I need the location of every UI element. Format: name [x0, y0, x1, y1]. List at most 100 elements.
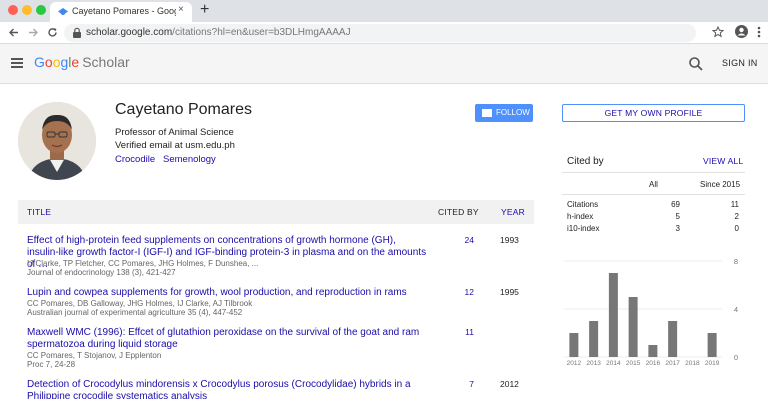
articles-table-header: TITLE CITED BY YEAR: [18, 200, 534, 224]
metric-all: 5: [675, 212, 680, 221]
metric-label[interactable]: i10-index: [567, 224, 599, 233]
x-tick-label: 2016: [646, 360, 661, 367]
citations-per-year-chart: 8 4 0 2012 2013 2014 2015 2016 2017 2018 2019: [564, 257, 738, 367]
account-icon[interactable]: [735, 25, 748, 38]
x-tick-label: 2014: [606, 360, 621, 367]
chart-bar: [608, 273, 618, 357]
follow-button[interactable]: FOLLOW: [475, 104, 533, 122]
url-text: scholar.google.com/citations?hl=en&user=…: [86, 27, 351, 38]
logo-letter: e: [71, 54, 80, 70]
menu-icon[interactable]: [11, 58, 23, 68]
metric-all: 69: [671, 200, 680, 209]
metric-since: 11: [730, 200, 739, 209]
x-tick-label: 2018: [685, 360, 700, 367]
interest-link-crocodile[interactable]: Crocodile: [115, 154, 155, 165]
column-header-since-2015: Since 2015: [700, 180, 741, 189]
cited-by-count-link[interactable]: 24: [458, 235, 474, 245]
cited-by-count-link[interactable]: 12: [458, 287, 474, 297]
x-tick-label: 2017: [665, 360, 680, 367]
article-venue: Proc 7, 24-28: [27, 360, 76, 369]
column-header-year[interactable]: YEAR: [501, 207, 525, 217]
metric-row-i10-index: i10-index 3 0: [567, 224, 739, 236]
logo-scholar-text: Scholar: [82, 54, 130, 70]
article-authors: CC Pomares, DB Galloway, JHG Holmes, IJ …: [27, 299, 253, 308]
x-tick-label: 2019: [705, 360, 720, 367]
minimize-window-icon[interactable]: [22, 5, 32, 15]
x-tick-label: 2015: [626, 360, 641, 367]
url-host: scholar.google.com: [86, 27, 173, 38]
new-tab-button[interactable]: +: [200, 1, 209, 19]
browser-tab-strip: Cayetano Pomares - Google Sch × +: [0, 0, 768, 22]
chart-bar: [707, 333, 717, 357]
address-bar[interactable]: scholar.google.com/citations?hl=en&user=…: [64, 24, 696, 42]
article-title-link[interactable]: Detection of Crocodylus mindorensis x Cr…: [27, 379, 429, 399]
star-icon[interactable]: [712, 26, 724, 38]
metric-label[interactable]: Citations: [567, 200, 598, 209]
search-icon[interactable]: [688, 56, 704, 72]
logo-letter: o: [44, 54, 53, 70]
chart-bar: [648, 345, 658, 357]
article-title-link[interactable]: Maxwell WMC (1996): Effcet of glutathion…: [27, 327, 429, 351]
lock-icon: [73, 27, 81, 38]
more-icon[interactable]: [757, 26, 761, 38]
back-icon[interactable]: [8, 27, 19, 38]
avatar: [18, 102, 96, 180]
view-all-link[interactable]: VIEW ALL: [703, 156, 743, 166]
sign-in-link[interactable]: SIGN IN: [722, 58, 758, 68]
article-venue: Australian journal of experimental agric…: [27, 308, 243, 317]
profile-affiliation: Professor of Animal Science: [115, 127, 234, 138]
article-year: 2012: [500, 379, 519, 389]
metric-label[interactable]: h-index: [567, 212, 593, 221]
maximize-window-icon[interactable]: [36, 5, 46, 15]
tab-title: Cayetano Pomares - Google Sch: [72, 6, 176, 16]
chart-bar: [569, 333, 579, 357]
table-row: Effect of high-protein feed supplements …: [18, 235, 534, 287]
interest-link-semenology[interactable]: Semenology: [163, 154, 216, 165]
y-tick-label: 4: [734, 305, 738, 314]
metric-row-citations: Citations 69 11: [567, 200, 739, 212]
article-year: 1995: [500, 287, 519, 297]
cited-by-count-link[interactable]: 7: [458, 379, 474, 389]
table-row: Maxwell WMC (1996): Effcet of glutathion…: [18, 327, 534, 379]
article-authors: IJ Clarke, TP Fletcher, CC Pomares, JHG …: [27, 259, 259, 268]
profile-verified-email: Verified email at usm.edu.ph: [115, 140, 235, 151]
column-header-title[interactable]: TITLE: [27, 207, 51, 217]
reload-icon[interactable]: [47, 27, 58, 38]
column-header-cited-by[interactable]: CITED BY: [438, 207, 479, 217]
cited-by-count-link[interactable]: 11: [458, 327, 474, 337]
y-tick-label: 0: [734, 353, 738, 362]
metric-since: 2: [734, 212, 739, 221]
scholar-header: Google Scholar SIGN IN: [0, 44, 768, 84]
y-tick-label: 8: [734, 257, 738, 266]
close-window-icon[interactable]: [8, 5, 18, 15]
chart-bar: [589, 321, 599, 357]
profile-name: Cayetano Pomares: [115, 101, 252, 118]
tab-close-icon[interactable]: ×: [178, 4, 184, 15]
url-path: /citations?hl=en&user=b3DLHmgAAAAJ: [172, 27, 351, 38]
metric-all: 3: [675, 224, 680, 233]
article-venue: Journal of endocrinology 138 (3), 421-42…: [27, 268, 176, 277]
article-authors: CC Pomares, T Stojanov, J Epplenton: [27, 351, 162, 360]
logo-letter: G: [34, 54, 45, 70]
chart-bar: [628, 297, 638, 357]
article-year: 1993: [500, 235, 519, 245]
logo-google-wordmark: Google: [34, 54, 79, 70]
metric-since: 0: [734, 224, 739, 233]
envelope-icon: [482, 109, 492, 117]
chart-bar: [668, 321, 678, 357]
browser-toolbar: scholar.google.com/citations?hl=en&user=…: [0, 22, 768, 44]
column-header-all: All: [649, 180, 658, 189]
divider: [562, 194, 745, 195]
x-tick-label: 2012: [567, 360, 582, 367]
divider: [562, 172, 745, 173]
get-my-own-profile-button[interactable]: GET MY OWN PROFILE: [562, 104, 745, 122]
scholar-favicon-icon: [58, 8, 68, 15]
follow-label: FOLLOW: [496, 108, 530, 117]
browser-tab[interactable]: Cayetano Pomares - Google Sch ×: [50, 2, 192, 22]
metric-row-h-index: h-index 5 2: [567, 212, 739, 224]
x-tick-label: 2013: [586, 360, 601, 367]
article-title-link[interactable]: Lupin and cowpea supplements for growth,…: [27, 287, 429, 299]
forward-icon[interactable]: [28, 27, 39, 38]
google-scholar-logo[interactable]: Google Scholar: [34, 54, 130, 70]
table-row: Detection of Crocodylus mindorensis x Cr…: [18, 379, 534, 399]
